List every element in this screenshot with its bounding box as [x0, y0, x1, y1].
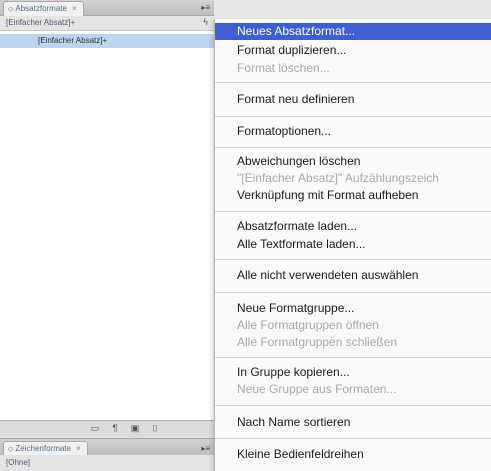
close-icon[interactable]: × — [72, 4, 77, 13]
menu-item-verknuepfung-aufheben[interactable]: Verknüpfung mit Format aufheben — [215, 188, 491, 203]
character-panel-tabbar: ◇ Zeichenformate × ▸≡ — [0, 438, 214, 456]
panel-menu-icon[interactable]: ▸≡ — [201, 442, 210, 455]
menu-item-nach-name-sortieren[interactable]: Nach Name sortieren — [215, 415, 491, 430]
menu-separator — [215, 147, 491, 148]
menu-item-neue-formatgruppe[interactable]: Neue Formatgruppe... — [215, 301, 491, 316]
panel-flyout-menu: Neues Absatzformat... Format duplizieren… — [214, 19, 491, 471]
panel-menu-icon[interactable]: ▸≡ — [201, 1, 210, 14]
menu-item-formatoptionen[interactable]: Formatoptionen... — [215, 124, 491, 139]
menu-separator — [215, 116, 491, 117]
collapse-icon[interactable]: ◇ — [8, 446, 13, 453]
current-character-style: [Ohne] — [0, 455, 214, 471]
paragraph-styles-panel: ◇ Absatzformate × ▸≡ [Einfacher Absatz]+ ϟ… — [0, 0, 215, 471]
menu-item-formatgruppen-oeffnen: Alle Formatgruppen öffnen — [237, 318, 379, 332]
menu-item-in-gruppe-kopieren[interactable]: In Gruppe kopieren... — [215, 365, 491, 380]
clear-overrides-icon[interactable]: ¶ — [110, 423, 120, 433]
menu-separator — [215, 82, 491, 83]
list-item[interactable]: [Einfacher Absatz]+ — [0, 34, 214, 48]
menu-top-strip — [214, 0, 491, 19]
menu-item-aufzaehlungszeichen: "[Einfacher Absatz]" Aufzählungszeich — [237, 171, 439, 185]
menu-item-format-duplizieren[interactable]: Format duplizieren... — [215, 43, 491, 58]
close-icon[interactable]: × — [76, 444, 81, 453]
menu-item-formatgruppen-schliessen: Alle Formatgruppen schließen — [237, 335, 398, 349]
menu-item-kleine-bedienfeldreihen[interactable]: Kleine Bedienfeldreihen — [215, 447, 491, 462]
menu-item-neues-absatzformat[interactable]: Neues Absatzformat... — [215, 23, 491, 40]
tab-label: Absatzformate — [15, 4, 67, 13]
menu-separator — [215, 259, 491, 260]
new-style-icon[interactable]: ▣ — [130, 423, 140, 433]
menu-separator — [215, 405, 491, 406]
folder-icon[interactable]: ▭ — [90, 423, 100, 433]
menu-item-absatzformate-laden[interactable]: Absatzformate laden... — [215, 219, 491, 234]
style-list: [Einfacher Absatz]+ — [0, 30, 214, 421]
menu-item-abweichungen-loeschen[interactable]: Abweichungen löschen — [215, 154, 491, 169]
collapse-icon[interactable]: ◇ — [8, 6, 13, 13]
menu-item-neue-gruppe-aus-formaten: Neue Gruppe aus Formaten... — [237, 382, 397, 396]
menu-item-format-neu-definieren[interactable]: Format neu definieren — [215, 92, 491, 107]
new-style-lightning-icon[interactable]: ϟ — [203, 17, 208, 27]
tab-zeichenformate[interactable]: ◇ Zeichenformate × — [3, 441, 88, 456]
menu-separator — [215, 357, 491, 358]
tab-label: Zeichenformate — [15, 444, 71, 453]
menu-separator — [215, 438, 491, 439]
panel-tabbar: ◇ Absatzformate × ▸≡ — [0, 0, 214, 16]
trash-icon[interactable]: ⌷ — [150, 423, 160, 433]
menu-item-format-loeschen: Format löschen... — [237, 61, 330, 75]
panel-bottom-toolbar: ▭ ¶ ▣ ⌷ — [0, 420, 214, 437]
tab-absatzformate[interactable]: ◇ Absatzformate × — [3, 1, 84, 16]
current-style-label: [Einfacher Absatz]+ — [6, 18, 76, 27]
menu-item-alle-nicht-verwendeten[interactable]: Alle nicht verwendeten auswählen — [215, 268, 491, 283]
menu-item-alle-textformate-laden[interactable]: Alle Textformate laden... — [215, 237, 491, 252]
menu-separator — [215, 211, 491, 212]
menu-separator — [215, 292, 491, 293]
